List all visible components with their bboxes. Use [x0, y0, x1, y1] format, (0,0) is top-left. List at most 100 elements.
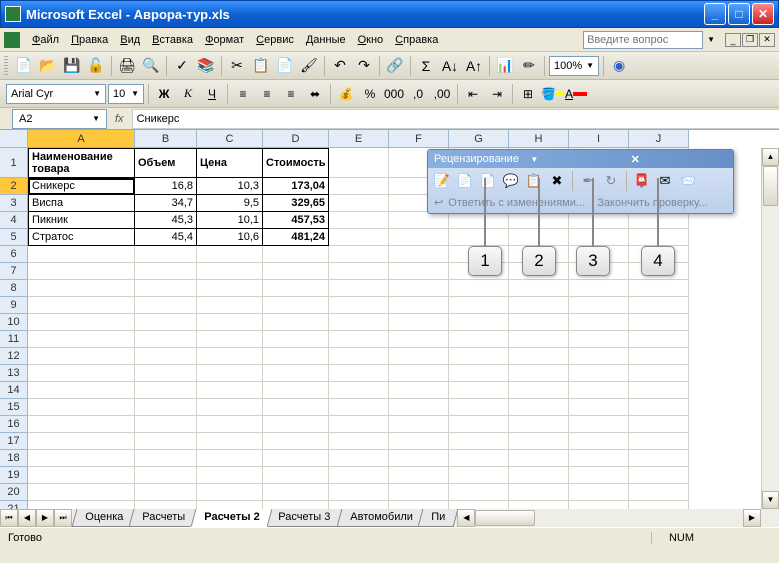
select-all-corner[interactable] — [0, 130, 28, 148]
cell-E7[interactable] — [329, 263, 389, 280]
cell-B5[interactable]: 45,4 — [135, 229, 197, 246]
cell-B18[interactable] — [135, 450, 197, 467]
tab-last[interactable]: ⏭ — [54, 509, 72, 527]
cell-J16[interactable] — [629, 416, 689, 433]
merge-icon[interactable]: ⬌ — [304, 83, 326, 105]
sort-desc-icon[interactable]: A↑ — [463, 55, 485, 77]
increase-decimal-icon[interactable]: ,0 — [407, 83, 429, 105]
cell-I14[interactable] — [569, 382, 629, 399]
decrease-decimal-icon[interactable]: ,00 — [431, 83, 453, 105]
cell-G14[interactable] — [449, 382, 509, 399]
row-header-19[interactable]: 19 — [0, 467, 28, 484]
cell-E3[interactable] — [329, 195, 389, 212]
cell-J13[interactable] — [629, 365, 689, 382]
cell-G17[interactable] — [449, 433, 509, 450]
cell-D12[interactable] — [263, 348, 329, 365]
cell-I13[interactable] — [569, 365, 629, 382]
cell-H20[interactable] — [509, 484, 569, 501]
maximize-button[interactable]: □ — [728, 3, 750, 25]
cell-C12[interactable] — [197, 348, 263, 365]
cell-E16[interactable] — [329, 416, 389, 433]
cell-J18[interactable] — [629, 450, 689, 467]
open-icon[interactable]: 📂 — [37, 55, 59, 77]
comma-icon[interactable]: 000 — [383, 83, 405, 105]
row-header-17[interactable]: 17 — [0, 433, 28, 450]
cell-D8[interactable] — [263, 280, 329, 297]
cell-A17[interactable] — [28, 433, 135, 450]
toolbar-options-icon[interactable]: ▼ — [530, 155, 626, 164]
col-header-G[interactable]: G — [449, 130, 509, 148]
cell-D11[interactable] — [263, 331, 329, 348]
cell-F5[interactable] — [389, 229, 449, 246]
cell-A6[interactable] — [28, 246, 135, 263]
col-header-H[interactable]: H — [509, 130, 569, 148]
cell-E18[interactable] — [329, 450, 389, 467]
align-left-icon[interactable]: ≡ — [232, 83, 254, 105]
decrease-indent-icon[interactable]: ⇤ — [462, 83, 484, 105]
fx-icon[interactable]: fx — [115, 113, 124, 125]
italic-button[interactable]: К — [177, 83, 199, 105]
align-right-icon[interactable]: ≡ — [280, 83, 302, 105]
cell-E15[interactable] — [329, 399, 389, 416]
menu-правка[interactable]: Правка — [65, 32, 114, 48]
cell-I8[interactable] — [569, 280, 629, 297]
cell-H10[interactable] — [509, 314, 569, 331]
tab-prev[interactable]: ◀ — [18, 509, 36, 527]
cell-E9[interactable] — [329, 297, 389, 314]
horizontal-scrollbar[interactable]: ◀ ▶ — [457, 509, 761, 527]
cell-G9[interactable] — [449, 297, 509, 314]
cell-E6[interactable] — [329, 246, 389, 263]
row-header-14[interactable]: 14 — [0, 382, 28, 399]
new-comment-icon[interactable]: 📝 — [432, 171, 452, 191]
cell-H18[interactable] — [509, 450, 569, 467]
mdi-minimize[interactable]: _ — [725, 33, 741, 47]
cell-H16[interactable] — [509, 416, 569, 433]
cell-D14[interactable] — [263, 382, 329, 399]
show-comment-icon[interactable]: 💬 — [501, 171, 521, 191]
cell-J15[interactable] — [629, 399, 689, 416]
cell-I12[interactable] — [569, 348, 629, 365]
cell-C5[interactable]: 10,6 — [197, 229, 263, 246]
cell-D4[interactable]: 457,53 — [263, 212, 329, 229]
cell-G19[interactable] — [449, 467, 509, 484]
help-search[interactable] — [583, 31, 703, 49]
row-header-1[interactable]: 1 — [0, 148, 28, 178]
menu-файл[interactable]: Файл — [26, 32, 65, 48]
cell-H11[interactable] — [509, 331, 569, 348]
cell-E19[interactable] — [329, 467, 389, 484]
cell-A7[interactable] — [28, 263, 135, 280]
cell-C19[interactable] — [197, 467, 263, 484]
cell-D3[interactable]: 329,65 — [263, 195, 329, 212]
cell-F18[interactable] — [389, 450, 449, 467]
increase-indent-icon[interactable]: ⇥ — [486, 83, 508, 105]
cell-D1[interactable]: Стоимость — [263, 148, 329, 178]
cell-A2[interactable]: Сникерс — [28, 178, 135, 195]
cell-G10[interactable] — [449, 314, 509, 331]
cell-B6[interactable] — [135, 246, 197, 263]
cell-A5[interactable]: Стратос — [28, 229, 135, 246]
cell-I9[interactable] — [569, 297, 629, 314]
cell-C14[interactable] — [197, 382, 263, 399]
sort-asc-icon[interactable]: A↓ — [439, 55, 461, 77]
tab-first[interactable]: ⏮ — [0, 509, 18, 527]
row-header-13[interactable]: 13 — [0, 365, 28, 382]
cell-A8[interactable] — [28, 280, 135, 297]
cell-D7[interactable] — [263, 263, 329, 280]
cell-E11[interactable] — [329, 331, 389, 348]
vertical-scrollbar[interactable]: ▲ ▼ — [761, 148, 779, 509]
cell-B17[interactable] — [135, 433, 197, 450]
row-header-7[interactable]: 7 — [0, 263, 28, 280]
menu-справка[interactable]: Справка — [389, 32, 444, 48]
col-header-B[interactable]: B — [135, 130, 197, 148]
row-header-2[interactable]: 2 — [0, 178, 28, 195]
cell-A12[interactable] — [28, 348, 135, 365]
cut-icon[interactable]: ✂ — [226, 55, 248, 77]
menu-вставка[interactable]: Вставка — [146, 32, 199, 48]
help-icon[interactable]: ◉ — [608, 55, 630, 77]
cell-D2[interactable]: 173,04 — [263, 178, 329, 195]
cell-I16[interactable] — [569, 416, 629, 433]
cell-E5[interactable] — [329, 229, 389, 246]
cell-F17[interactable] — [389, 433, 449, 450]
percent-icon[interactable]: % — [359, 83, 381, 105]
cell-H12[interactable] — [509, 348, 569, 365]
